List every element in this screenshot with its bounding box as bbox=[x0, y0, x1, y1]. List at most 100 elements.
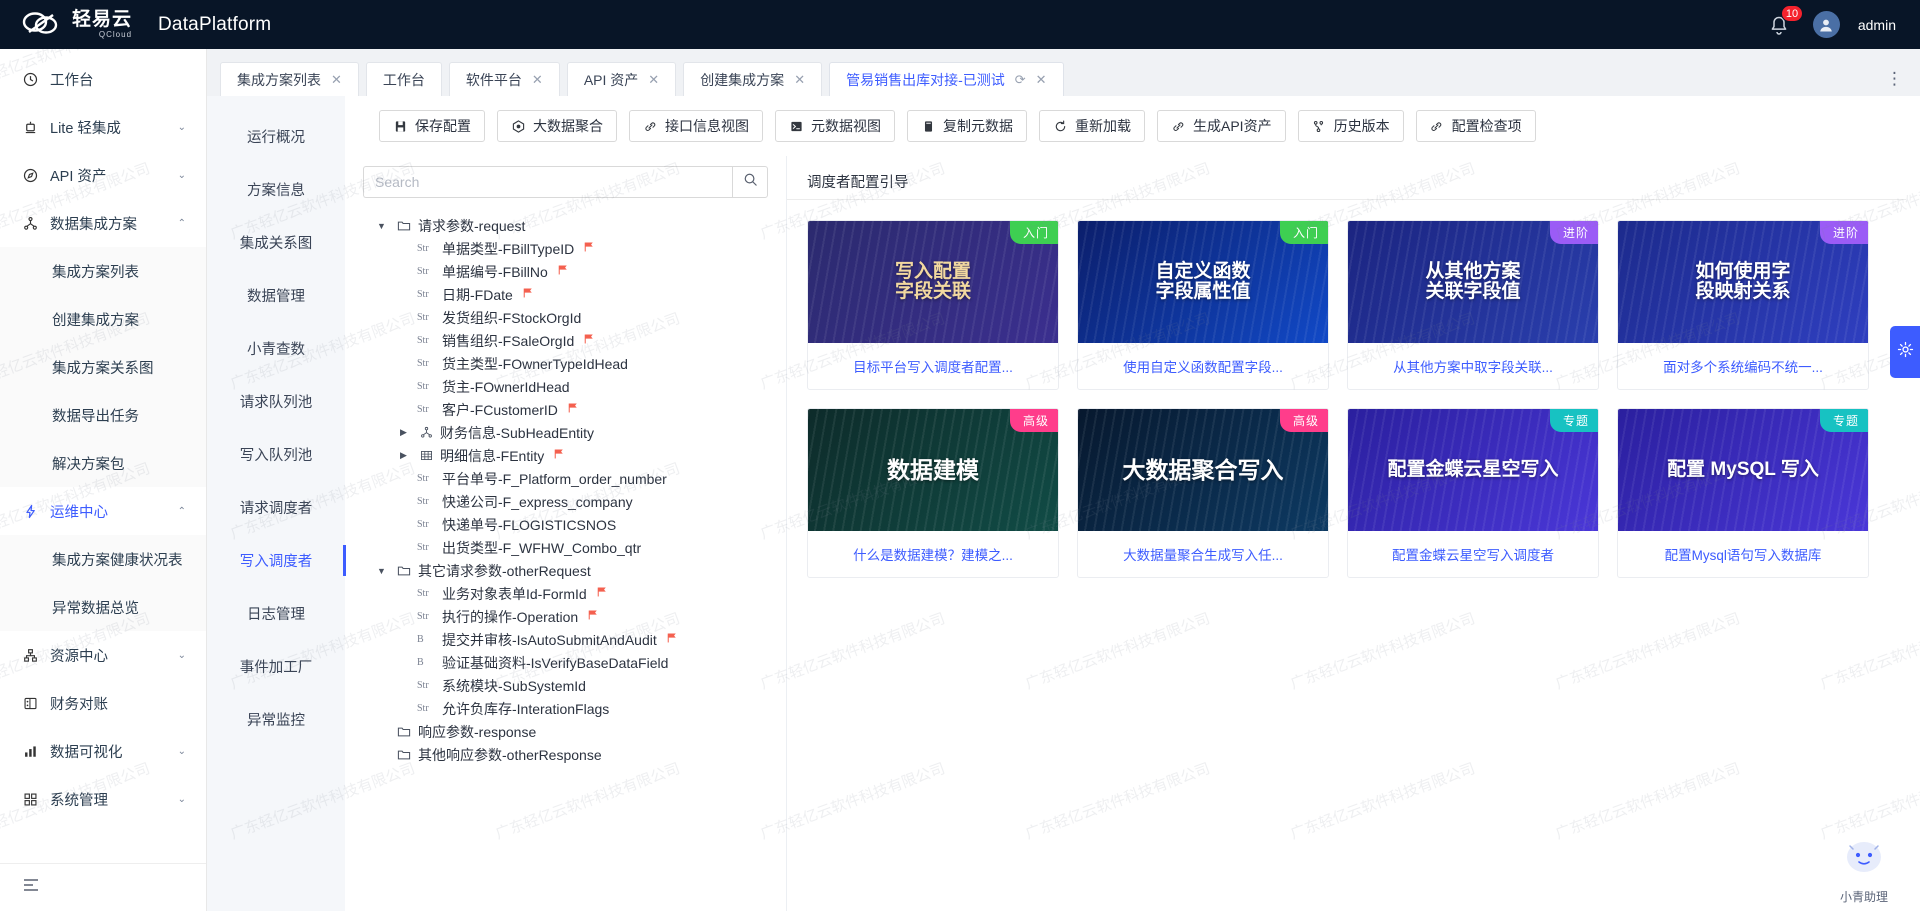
search-input[interactable] bbox=[363, 166, 732, 198]
secnav-item-write-queue[interactable]: 写入队列池 bbox=[207, 428, 345, 481]
chevron-down-icon[interactable] bbox=[373, 221, 390, 231]
brand[interactable]: 轻易云 QCloud DataPlatform bbox=[0, 8, 271, 42]
tree-node[interactable]: Str单据编号-FBillNo bbox=[363, 260, 768, 283]
sidebar-item-api-assets[interactable]: API 资产 ⌄ bbox=[0, 151, 206, 199]
sidebar-item-lite[interactable]: Lite 轻集成 ⌄ bbox=[0, 103, 206, 151]
tree-node[interactable]: 明细信息-FEntity bbox=[363, 444, 768, 467]
sidebar-item-resource-center[interactable]: 资源中心 ⌄ bbox=[0, 631, 206, 679]
tree-node[interactable]: Str快递公司-F_express_company bbox=[363, 490, 768, 513]
tree-node[interactable]: Str出货类型-F_WFHW_Combo_qtr bbox=[363, 536, 768, 559]
sidebar-item-ops-center[interactable]: 运维中心 ⌃ bbox=[0, 487, 206, 535]
tree-node[interactable]: B提交并审核-IsAutoSubmitAndAudit bbox=[363, 628, 768, 651]
secnav-item-exception-monitor[interactable]: 异常监控 bbox=[207, 693, 345, 746]
assistant-widget[interactable]: 小青助理 bbox=[1822, 835, 1906, 905]
sidebar-item-create-integration[interactable]: 创建集成方案 bbox=[0, 295, 206, 343]
tree-node[interactable]: Str快递单号-FLOGISTICSNOS bbox=[363, 513, 768, 536]
copy-metadata-button[interactable]: 复制元数据 bbox=[907, 110, 1027, 142]
close-icon[interactable]: ✕ bbox=[648, 72, 659, 88]
secnav-item-overview[interactable]: 运行概况 bbox=[207, 110, 345, 163]
sidebar-item-workbench[interactable]: 工作台 bbox=[0, 55, 206, 103]
tree-node[interactable]: B验证基础资料-IsVerifyBaseDataField bbox=[363, 651, 768, 674]
secnav-item-request-scheduler[interactable]: 请求调度者 bbox=[207, 481, 345, 534]
guide-card[interactable]: 如何使用字段映射关系进阶面对多个系统编码不统一... bbox=[1617, 220, 1869, 390]
sidebar-item-integration-list[interactable]: 集成方案列表 bbox=[0, 247, 206, 295]
refresh-icon[interactable]: ⟳ bbox=[1015, 72, 1026, 88]
secnav-item-relation-graph[interactable]: 集成关系图 bbox=[207, 216, 345, 269]
tree-node[interactable]: Str日期-FDate bbox=[363, 283, 768, 306]
secnav-item-data-management[interactable]: 数据管理 bbox=[207, 269, 345, 322]
tree-node[interactable]: Str业务对象表单Id-FormId bbox=[363, 582, 768, 605]
guide-card[interactable]: 从其他方案关联字段值进阶从其他方案中取字段关联... bbox=[1347, 220, 1599, 390]
bigdata-aggregate-button[interactable]: 大数据聚合 bbox=[497, 110, 617, 142]
button-label: 接口信息视图 bbox=[665, 116, 749, 136]
generate-api-asset-button[interactable]: 生成API资产 bbox=[1157, 110, 1286, 142]
chevron-right-icon[interactable] bbox=[395, 450, 412, 461]
close-icon[interactable]: ✕ bbox=[794, 72, 805, 88]
sidebar-item-solution-package[interactable]: 解决方案包 bbox=[0, 439, 206, 487]
tree-node[interactable]: 请求参数-request bbox=[363, 214, 768, 237]
sidebar-item-label: 数据可视化 bbox=[50, 741, 123, 762]
reload-button[interactable]: 重新加载 bbox=[1039, 110, 1145, 142]
tree-node-type: Str bbox=[417, 312, 437, 323]
sidebar-item-system-management[interactable]: 系统管理 ⌄ bbox=[0, 775, 206, 823]
sidebar-item-financial-recon[interactable]: 财务对账 bbox=[0, 679, 206, 727]
chevron-down-icon[interactable] bbox=[373, 566, 390, 576]
tree-node[interactable]: Str销售组织-FSaleOrgId bbox=[363, 329, 768, 352]
sidebar-item-data-integration[interactable]: 数据集成方案 ⌃ bbox=[0, 199, 206, 247]
guide-card[interactable]: 大数据聚合写入高级大数据量聚合生成写入任... bbox=[1077, 408, 1329, 578]
required-flag-icon bbox=[666, 632, 678, 647]
secnav-item-request-queue[interactable]: 请求队列池 bbox=[207, 375, 345, 428]
tab-guanyi-sales-outbound[interactable]: 管易销售出库对接-已测试 ⟳ ✕ bbox=[829, 62, 1063, 96]
tree-node[interactable]: Str平台单号-F_Platform_order_number bbox=[363, 467, 768, 490]
tree-node[interactable]: 财务信息-SubHeadEntity bbox=[363, 421, 768, 444]
tree-node[interactable]: Str执行的操作-Operation bbox=[363, 605, 768, 628]
sidebar-item-health-table[interactable]: 集成方案健康状况表 bbox=[0, 535, 206, 583]
tree-node[interactable]: Str发货组织-FStockOrgId bbox=[363, 306, 768, 329]
guide-card[interactable]: 自定义函数字段属性值入门使用自定义函数配置字段... bbox=[1077, 220, 1329, 390]
tab-workbench[interactable]: 工作台 bbox=[366, 62, 442, 96]
sidebar-item-visualization[interactable]: 数据可视化 ⌄ bbox=[0, 727, 206, 775]
tab-api-assets[interactable]: API 资产 ✕ bbox=[567, 62, 676, 96]
guide-card[interactable]: 配置金蝶云星空写入专题配置金蝶云星空写入调度者 bbox=[1347, 408, 1599, 578]
tab-create-integration[interactable]: 创建集成方案 ✕ bbox=[683, 62, 822, 96]
tree-node[interactable]: Str货主-FOwnerIdHead bbox=[363, 375, 768, 398]
secnav-item-write-scheduler[interactable]: 写入调度者 bbox=[207, 534, 345, 587]
sidebar-item-export-tasks[interactable]: 数据导出任务 bbox=[0, 391, 206, 439]
secnav-item-scheme-info[interactable]: 方案信息 bbox=[207, 163, 345, 216]
guide-card[interactable]: 数据建模高级什么是数据建模？建模之... bbox=[807, 408, 1059, 578]
tree-node[interactable]: Str允许负库存-InterationFlags bbox=[363, 697, 768, 720]
tree-node[interactable]: 其他响应参数-otherResponse bbox=[363, 743, 768, 766]
secnav-item-query-assistant[interactable]: 小青查数 bbox=[207, 322, 345, 375]
history-version-button[interactable]: 历史版本 bbox=[1298, 110, 1404, 142]
metadata-view-button[interactable]: 元数据视图 bbox=[775, 110, 895, 142]
chevron-right-icon[interactable] bbox=[395, 427, 412, 438]
search-button[interactable] bbox=[732, 166, 768, 198]
collapse-sidebar-icon[interactable] bbox=[22, 876, 40, 899]
tree-node[interactable]: Str客户-FCustomerID bbox=[363, 398, 768, 421]
tab-integration-list[interactable]: 集成方案列表 ✕ bbox=[220, 62, 359, 96]
config-checklist-button[interactable]: 配置检查项 bbox=[1416, 110, 1536, 142]
guide-card[interactable]: 写入配置字段关联入门目标平台写入调度者配置... bbox=[807, 220, 1059, 390]
tree-node[interactable]: Str系统模块-SubSystemId bbox=[363, 674, 768, 697]
tab-software-platform[interactable]: 软件平台 ✕ bbox=[449, 62, 560, 96]
settings-rail-button[interactable] bbox=[1890, 326, 1920, 378]
save-config-button[interactable]: 保存配置 bbox=[379, 110, 485, 142]
copy-icon bbox=[921, 120, 935, 133]
tree-node[interactable]: 响应参数-response bbox=[363, 720, 768, 743]
secnav-item-event-factory[interactable]: 事件加工厂 bbox=[207, 640, 345, 693]
secnav-item-log-management[interactable]: 日志管理 bbox=[207, 587, 345, 640]
tree-node[interactable]: 其它请求参数-otherRequest bbox=[363, 559, 768, 582]
tree-node[interactable]: Str货主类型-FOwnerTypeIdHead bbox=[363, 352, 768, 375]
close-icon[interactable]: ✕ bbox=[532, 72, 543, 88]
sidebar-item-label: API 资产 bbox=[50, 165, 106, 186]
guide-card[interactable]: 配置 MySQL 写入专题配置Mysql语句写入数据库 bbox=[1617, 408, 1869, 578]
interface-info-view-button[interactable]: 接口信息视图 bbox=[629, 110, 763, 142]
sidebar-item-abnormal-overview[interactable]: 异常数据总览 bbox=[0, 583, 206, 631]
close-icon[interactable]: ✕ bbox=[1036, 72, 1047, 88]
sidebar-item-integration-graph[interactable]: 集成方案关系图 bbox=[0, 343, 206, 391]
close-icon[interactable]: ✕ bbox=[331, 72, 342, 88]
tree-node[interactable]: Str单据类型-FBillTypeID bbox=[363, 237, 768, 260]
avatar[interactable] bbox=[1813, 11, 1840, 38]
notifications-button[interactable]: 10 bbox=[1769, 12, 1795, 38]
tab-overflow-icon[interactable]: ⋮ bbox=[1886, 69, 1904, 89]
